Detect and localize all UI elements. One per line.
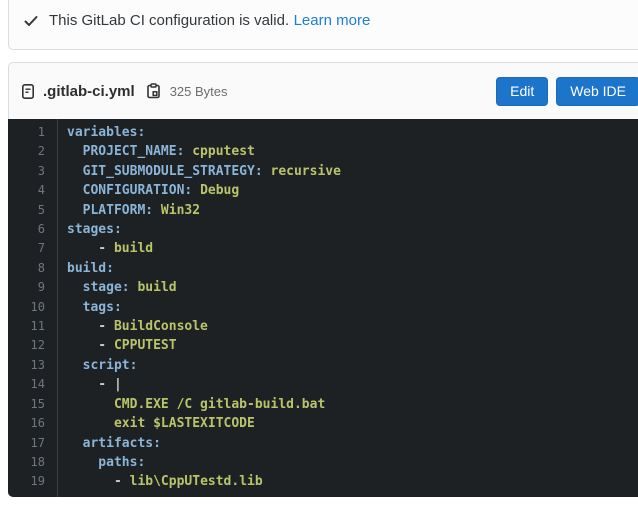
line-content: CMD.EXE /C gitlab-build.bat bbox=[57, 395, 325, 414]
line-number: 19 bbox=[8, 472, 57, 491]
line-number: 18 bbox=[8, 453, 57, 472]
line-number: 5 bbox=[8, 201, 57, 220]
code-line: 19 - lib\CppUTestd.lib bbox=[8, 472, 638, 491]
line-number: 13 bbox=[8, 356, 57, 375]
code-line: 16 exit $LASTEXITCODE bbox=[8, 414, 638, 433]
line-number: 11 bbox=[8, 317, 57, 336]
line-content: paths: bbox=[57, 453, 145, 472]
line-number: 12 bbox=[8, 336, 57, 355]
line-content: artifacts: bbox=[57, 434, 161, 453]
edit-button[interactable]: Edit bbox=[496, 77, 548, 106]
line-content: GIT_SUBMODULE_STRATEGY: recursive bbox=[57, 162, 341, 181]
line-number: 4 bbox=[8, 181, 57, 200]
file-size: 325 Bytes bbox=[170, 84, 228, 99]
file-document-icon bbox=[20, 83, 36, 100]
code-line: 2 PROJECT_NAME: cpputest bbox=[8, 142, 638, 161]
line-number: 14 bbox=[8, 375, 57, 394]
line-number: 10 bbox=[8, 298, 57, 317]
code-line: 11 - BuildConsole bbox=[8, 317, 638, 336]
file-card: .gitlab-ci.yml 325 Bytes Edit Web IDE 1v… bbox=[8, 62, 638, 497]
line-number: 7 bbox=[8, 239, 57, 258]
line-number: 3 bbox=[8, 162, 57, 181]
code-line: 8build: bbox=[8, 259, 638, 278]
line-content: exit $LASTEXITCODE bbox=[57, 414, 255, 433]
line-content: stage: build bbox=[57, 278, 177, 297]
line-number: 15 bbox=[8, 395, 57, 414]
code-line: 10 tags: bbox=[8, 298, 638, 317]
code-line: 6stages: bbox=[8, 220, 638, 239]
line-content: stages: bbox=[57, 220, 122, 239]
line-number: 1 bbox=[8, 123, 57, 142]
line-number: 6 bbox=[8, 220, 57, 239]
line-content: - BuildConsole bbox=[57, 317, 208, 336]
code-line: 18 paths: bbox=[8, 453, 638, 472]
code-line: 15 CMD.EXE /C gitlab-build.bat bbox=[8, 395, 638, 414]
check-icon bbox=[23, 13, 39, 29]
code-line: 7 - build bbox=[8, 239, 638, 258]
code-line: 1variables: bbox=[8, 123, 638, 142]
line-content: variables: bbox=[57, 123, 145, 142]
banner-message: This GitLab CI configuration is valid. bbox=[49, 12, 289, 29]
line-number: 16 bbox=[8, 414, 57, 433]
code-line: 9 stage: build bbox=[8, 278, 638, 297]
line-content: - | bbox=[57, 375, 122, 394]
line-content: - lib\CppUTestd.lib bbox=[57, 472, 263, 491]
code-block: 1variables:2 PROJECT_NAME: cpputest3 GIT… bbox=[8, 119, 638, 497]
code-line: 4 CONFIGURATION: Debug bbox=[8, 181, 638, 200]
line-number: 8 bbox=[8, 259, 57, 278]
web-ide-button[interactable]: Web IDE bbox=[556, 77, 638, 106]
line-number: 17 bbox=[8, 434, 57, 453]
code-line: 5 PLATFORM: Win32 bbox=[8, 201, 638, 220]
line-content: tags: bbox=[57, 298, 122, 317]
line-number: 9 bbox=[8, 278, 57, 297]
learn-more-link[interactable]: Learn more bbox=[294, 12, 371, 29]
code-line: 3 GIT_SUBMODULE_STRATEGY: recursive bbox=[8, 162, 638, 181]
code-line: 13 script: bbox=[8, 356, 638, 375]
line-content: build: bbox=[57, 259, 114, 278]
line-number: 2 bbox=[8, 142, 57, 161]
code-lines: 1variables:2 PROJECT_NAME: cpputest3 GIT… bbox=[8, 123, 638, 492]
line-content: - build bbox=[57, 239, 153, 258]
code-line: 14 - | bbox=[8, 375, 638, 394]
code-line: 17 artifacts: bbox=[8, 434, 638, 453]
line-content: PLATFORM: Win32 bbox=[57, 201, 200, 220]
line-content: script: bbox=[57, 356, 137, 375]
validation-banner: This GitLab CI configuration is valid. L… bbox=[8, 0, 638, 50]
filename: .gitlab-ci.yml bbox=[43, 83, 135, 100]
line-content: CONFIGURATION: Debug bbox=[57, 181, 239, 200]
copy-to-clipboard-icon bbox=[146, 83, 161, 100]
copy-button[interactable] bbox=[144, 81, 163, 102]
line-content: PROJECT_NAME: cpputest bbox=[57, 142, 255, 161]
line-content: - CPPUTEST bbox=[57, 336, 177, 355]
code-line: 12 - CPPUTEST bbox=[8, 336, 638, 355]
file-header: .gitlab-ci.yml 325 Bytes Edit Web IDE bbox=[8, 62, 638, 119]
